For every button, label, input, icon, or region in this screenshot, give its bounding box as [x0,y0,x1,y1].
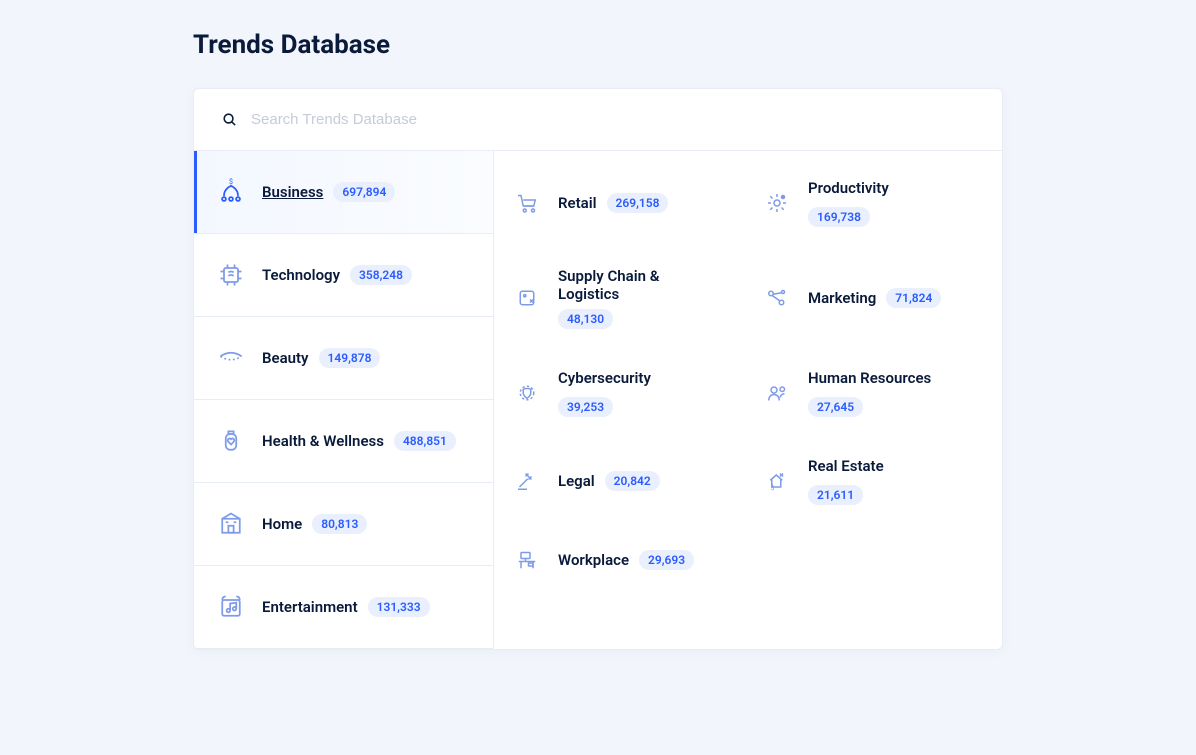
category-label: Home [262,515,302,533]
category-real-estate[interactable]: $ Real Estate 21,611 [748,437,998,525]
category-business[interactable]: $ Business 697,894 [194,151,493,234]
category-count: 269,158 [607,193,669,213]
gavel-icon [512,466,542,496]
left-column: $ Business 697,894 Technology 358,248 Beauty 1… [194,151,494,649]
category-human-resources[interactable]: Human Resources 27,645 [748,349,998,437]
category-supply-chain-logistics[interactable]: Supply Chain & Logistics 48,130 [498,247,748,349]
category-label: Workplace [558,551,629,569]
category-label: Health & Wellness [262,432,384,450]
trends-panel: $ Business 697,894 Technology 358,248 Beauty 1… [193,88,1003,650]
category-label: Legal [558,472,595,490]
category-label: Real Estate [808,457,884,475]
search-input[interactable] [251,111,974,128]
category-count: 149,878 [319,348,381,368]
category-legal[interactable]: Legal 20,842 [498,437,748,525]
category-count: 697,894 [333,182,395,202]
svg-text:$: $ [229,178,233,186]
category-count: 21,611 [808,485,863,505]
category-technology[interactable]: Technology 358,248 [194,234,493,317]
category-workplace[interactable]: Workplace 29,693 [498,525,748,595]
page-title: Trends Database [193,30,1003,60]
category-label: Business [262,183,323,201]
category-count: 358,248 [350,265,412,285]
right-grid: Retail 269,158 Productivity 169,738 Supply C… [494,151,1002,649]
wellness-icon [216,426,246,456]
shield-icon [512,378,542,408]
category-cybersecurity[interactable]: Cybersecurity 39,253 [498,349,748,437]
search-bar [194,89,1002,151]
category-count: 169,738 [808,207,870,227]
category-count: 131,333 [368,597,430,617]
category-productivity[interactable]: Productivity 169,738 [748,159,998,247]
category-retail[interactable]: Retail 269,158 [498,159,748,247]
category-health-wellness[interactable]: Health & Wellness 488,851 [194,400,493,483]
share-icon [762,283,792,313]
category-label: Productivity [808,179,889,197]
category-marketing[interactable]: Marketing 71,824 [748,247,998,349]
category-label: Retail [558,194,597,212]
search-icon [222,112,237,127]
category-entertainment[interactable]: Entertainment 131,333 [194,566,493,649]
eye-icon [216,343,246,373]
category-label: Marketing [808,289,876,307]
category-label: Cybersecurity [558,369,651,387]
category-count: 29,693 [639,550,694,570]
category-count: 80,813 [312,514,367,534]
category-label: Supply Chain & Logistics [558,267,698,303]
category-label: Technology [262,266,340,284]
category-label: Entertainment [262,598,358,616]
category-count: 48,130 [558,309,613,329]
category-count: 20,842 [605,471,660,491]
category-label: Beauty [262,349,309,367]
people-icon [762,378,792,408]
gear-icon [762,188,792,218]
business-icon: $ [216,177,246,207]
chip-icon [216,260,246,290]
desk-icon [512,545,542,575]
home-icon [216,509,246,539]
box-icon [512,283,542,313]
category-count: 71,824 [886,288,941,308]
category-count: 488,851 [394,431,456,451]
category-home[interactable]: Home 80,813 [194,483,493,566]
music-icon [216,592,246,622]
category-count: 27,645 [808,397,863,417]
category-count: 39,253 [558,397,613,417]
category-label: Human Resources [808,369,931,387]
cart-icon [512,188,542,218]
house-icon: $ [762,466,792,496]
category-beauty[interactable]: Beauty 149,878 [194,317,493,400]
svg-text:$: $ [771,485,775,492]
